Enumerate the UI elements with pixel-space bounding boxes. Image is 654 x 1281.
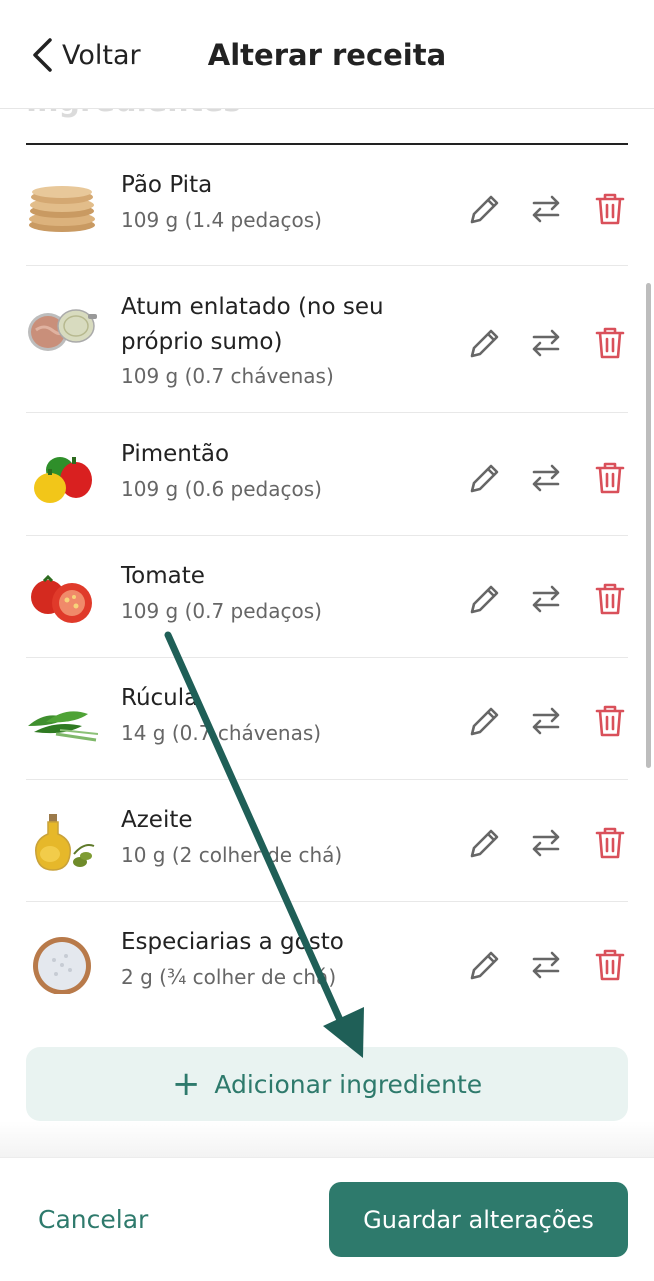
cancel-button[interactable]: Cancelar — [38, 1205, 148, 1234]
ingredient-row: Rúcula 14 g (0.7 chávenas) — [26, 658, 628, 780]
ingredient-name: Rúcula — [121, 685, 199, 711]
ingredient-name: Tomate — [121, 563, 205, 589]
save-changes-button[interactable]: Guardar alterações — [329, 1182, 628, 1257]
swap-button[interactable] — [526, 323, 566, 363]
edit-button[interactable] — [464, 458, 504, 498]
swap-button[interactable] — [526, 701, 566, 741]
delete-button[interactable] — [590, 458, 630, 498]
trash-icon — [595, 705, 625, 737]
trash-icon — [595, 193, 625, 225]
ingredient-name: Atum enlatado (no seu próprio sumo) — [121, 294, 384, 355]
ingredient-name: Pão Pita — [121, 172, 213, 198]
swap-arrows-icon — [532, 195, 560, 223]
pencil-icon — [470, 464, 499, 493]
ingredient-quantity: 109 g (1.4 pedaços) — [121, 208, 322, 232]
trash-icon — [595, 583, 625, 615]
delete-button[interactable] — [590, 823, 630, 863]
add-ingredient-button[interactable]: + Adicionar ingrediente — [26, 1047, 628, 1121]
trash-icon — [595, 462, 625, 494]
swap-button[interactable] — [526, 945, 566, 985]
tomatoes-image — [31, 574, 92, 623]
swap-arrows-icon — [532, 829, 560, 857]
swap-arrows-icon — [532, 329, 560, 357]
edit-button[interactable] — [464, 945, 504, 985]
trash-icon — [595, 827, 625, 859]
olive-oil-image — [35, 814, 95, 871]
ingredient-row: Tomate 109 g (0.7 pedaços) — [26, 536, 628, 658]
edit-button[interactable] — [464, 579, 504, 619]
delete-button[interactable] — [590, 945, 630, 985]
ingredient-quantity: 2 g (¾ colher de chá) — [121, 965, 337, 989]
ingredient-quantity: 14 g (0.7 chávenas) — [121, 721, 322, 745]
ingredient-row: Pimentão 109 g (0.6 pedaços) — [26, 413, 628, 536]
edit-button[interactable] — [464, 701, 504, 741]
list-fade — [0, 1121, 654, 1157]
delete-button[interactable] — [590, 323, 630, 363]
swap-button[interactable] — [526, 189, 566, 229]
ingredient-row: Especiarias a gosto 2 g (¾ colher de chá… — [26, 902, 628, 1023]
ingredient-quantity: 10 g (2 colher de chá) — [121, 843, 343, 867]
edit-button[interactable] — [464, 189, 504, 229]
ingredient-quantity: 109 g (0.7 pedaços) — [121, 599, 322, 623]
trash-icon — [595, 327, 625, 359]
salt-bowl-image — [33, 937, 91, 994]
pencil-icon — [470, 829, 499, 858]
bell-peppers-image — [34, 457, 92, 503]
swap-arrows-icon — [532, 951, 560, 979]
ingredient-name: Pimentão — [121, 441, 230, 467]
pencil-icon — [470, 195, 499, 224]
edit-button[interactable] — [464, 823, 504, 863]
top-bar: Voltar Alterar receita — [0, 0, 654, 109]
pita-bread-image — [29, 186, 95, 232]
scrollbar[interactable] — [646, 283, 651, 768]
ingredient-row: Pão Pita 109 g (1.4 pedaços) — [26, 145, 628, 266]
swap-arrows-icon — [532, 464, 560, 492]
pencil-icon — [470, 585, 499, 614]
arugula-image — [28, 711, 98, 742]
ingredient-quantity: 109 g (0.6 pedaços) — [121, 477, 322, 501]
swap-button[interactable] — [526, 458, 566, 498]
delete-button[interactable] — [590, 189, 630, 229]
edit-button[interactable] — [464, 323, 504, 363]
ingredient-row: Azeite 10 g (2 colher de chá) — [26, 780, 628, 902]
pencil-icon — [470, 707, 499, 736]
delete-button[interactable] — [590, 579, 630, 619]
delete-button[interactable] — [590, 701, 630, 741]
trash-icon — [595, 949, 625, 981]
swap-arrows-icon — [532, 707, 560, 735]
swap-button[interactable] — [526, 823, 566, 863]
canned-tuna-image — [28, 309, 97, 351]
ingredient-quantity: 109 g (0.7 chávenas) — [121, 364, 334, 388]
page-title: Alterar receita — [207, 38, 447, 72]
plus-icon: + — [171, 1064, 201, 1104]
ingredient-list: Pão Pita 109 g (1.4 pedaços) Atum enlata… — [26, 145, 628, 1023]
footer-bar: Cancelar Guardar alterações — [0, 1157, 654, 1281]
ingredient-row: Atum enlatado (no seu próprio sumo) 109 … — [26, 266, 628, 413]
swap-arrows-icon — [532, 585, 560, 613]
pencil-icon — [470, 951, 499, 980]
ingredient-name: Especiarias a gosto — [121, 929, 344, 955]
ingredient-name: Azeite — [121, 807, 193, 833]
swap-button[interactable] — [526, 579, 566, 619]
add-ingredient-label: Adicionar ingrediente — [214, 1069, 483, 1099]
pencil-icon — [470, 329, 499, 358]
